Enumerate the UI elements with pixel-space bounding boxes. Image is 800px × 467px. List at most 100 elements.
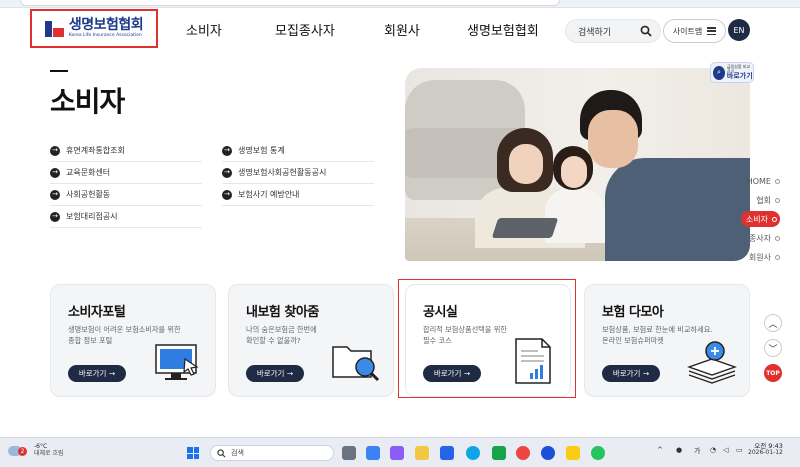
search-placeholder: 검색하기 [578, 27, 612, 38]
search-icon [217, 449, 226, 458]
logo-mark-icon [44, 19, 65, 39]
dot-icon [775, 178, 780, 184]
dotnav-home[interactable]: HOME [747, 173, 780, 189]
dotnav-association[interactable]: 협회 [756, 192, 780, 208]
store-icon[interactable] [440, 446, 454, 460]
card-find-insurance[interactable]: 내보험 찾아줌 나의 숨은보험금 한번에 확인할 수 없을까? 바로가기 → [228, 284, 394, 397]
link-dormant-account[interactable]: → 휴면계좌통합조회 [50, 140, 202, 162]
stack-search-icon [687, 341, 737, 384]
folder-search-icon [332, 346, 380, 382]
nav-recruiter[interactable]: 모집종사자 [275, 20, 335, 39]
chrome-icon[interactable] [591, 446, 605, 460]
link-label: 사회공헌활동 [66, 190, 111, 199]
arrow-right-icon: → [222, 189, 232, 200]
ime-indicator[interactable]: 가 [694, 446, 700, 456]
selection-highlight [398, 279, 576, 398]
logo-title: 생명보험협회 [68, 17, 144, 34]
notification-badge: 2 [18, 447, 27, 456]
link-social-disclosure[interactable]: → 생명보험사회공헌활동공시 [222, 162, 374, 184]
link-label: 보험대리점공시 [66, 212, 118, 221]
scroll-up-button[interactable]: ︿ [764, 314, 782, 332]
link-fraud-prevention[interactable]: → 보험사기 예방안내 [222, 184, 374, 206]
chevron-down-icon: ﹀ [768, 344, 778, 355]
taskbar-search-input[interactable]: 검색 [210, 445, 334, 461]
nav-members[interactable]: 회원사 [384, 20, 420, 39]
dotnav-members[interactable]: 회원사 [749, 249, 780, 265]
link-education-center[interactable]: → 교육문화센터 [50, 162, 202, 184]
language-en-button[interactable]: EN [728, 19, 750, 41]
card-title: 내보험 찾아줌 [246, 305, 319, 320]
dot-icon [775, 235, 780, 241]
taskbar-search-placeholder: 검색 [231, 449, 244, 457]
link-label: 생명보험 통계 [238, 146, 285, 155]
battery-icon[interactable]: ▭ [736, 446, 743, 454]
header-search-input[interactable]: 검색하기 [565, 19, 661, 43]
link-social-contribution[interactable]: → 사회공헌활동 [50, 184, 202, 206]
nav-consumer[interactable]: 소비자 [186, 20, 222, 39]
dotnav-label: HOME [746, 176, 771, 186]
product-comparison-badge[interactable]: ⌕ 금융상품 비교공시 바로가기 [710, 62, 754, 83]
card-go-button[interactable]: 바로가기 → [68, 365, 126, 382]
page-title: 소비자 [50, 85, 125, 118]
card-title: 소비자포털 [68, 305, 126, 320]
edge-browser-icon[interactable] [466, 446, 480, 460]
windows-start-icon[interactable] [187, 447, 199, 459]
link-agency-disclosure[interactable]: → 보험대리점공시 [50, 206, 202, 228]
card-consumer-portal[interactable]: 소비자포털 생명보험이 어려운 보험소비자를 위한 종합 정보 포털 바로가기 … [50, 284, 216, 397]
dot-icon [772, 216, 777, 222]
dotnav-label: 협회 [756, 195, 771, 205]
arrow-right-icon: → [222, 167, 232, 178]
section-dot-nav: HOME 협회 소비자 종사자 회원사 [740, 173, 780, 265]
file-explorer-icon[interactable] [415, 446, 429, 460]
app-icon-blue[interactable] [541, 446, 555, 460]
search-icon: ⌕ [713, 65, 725, 80]
scroll-down-button[interactable]: ﹀ [764, 339, 782, 357]
tray-app-icon[interactable]: ● [676, 446, 682, 454]
search-icon[interactable] [640, 25, 652, 37]
weather-desc: 대체로 흐림 [34, 449, 64, 457]
site-logo[interactable]: 생명보험협회 Korea Life Insurance Association [30, 9, 158, 48]
badge-line2: 바로가기 [726, 72, 753, 81]
app-icon-red[interactable] [516, 446, 530, 460]
dotnav-label: 소비자 [745, 214, 768, 224]
link-label: 생명보험사회공헌활동공시 [238, 168, 327, 177]
arrow-right-icon: → [50, 145, 60, 156]
link-label: 휴면계좌통합조회 [66, 146, 125, 155]
dot-icon [775, 254, 780, 260]
card-insurance-damoa[interactable]: 보험 다모아 보험상품, 보험료 한눈에 비교하세요. 온라인 보험슈퍼마켓 바… [584, 284, 750, 397]
arrow-right-icon: → [222, 145, 232, 156]
card-go-button[interactable]: 바로가기 → [602, 365, 660, 382]
weather-widget[interactable]: 2 -6°C 대체로 흐림 [8, 443, 64, 457]
arrow-right-icon: → [50, 211, 60, 222]
card-go-button[interactable]: 바로가기 → [246, 365, 304, 382]
clock-date: 2026-01-12 [748, 449, 783, 457]
volume-icon[interactable]: ◁ [723, 446, 728, 454]
task-view-icon[interactable] [342, 446, 356, 460]
arrow-right-icon: → [50, 167, 60, 178]
link-life-statistics[interactable]: → 생명보험 통계 [222, 140, 374, 162]
wifi-icon[interactable]: ◔ [710, 446, 716, 454]
scroll-top-button[interactable]: TOP [764, 364, 782, 382]
nav-association[interactable]: 생명보험협회 [467, 20, 539, 39]
hero-family-photo [405, 68, 750, 261]
dotnav-label: 회원사 [748, 252, 771, 262]
dot-icon [775, 197, 780, 203]
logo-subtitle: Korea Life Insurance Association [68, 33, 142, 39]
copilot-icon[interactable] [390, 446, 404, 460]
excel-icon[interactable] [492, 446, 506, 460]
taskbar-clock[interactable]: 오전 9:43 2026-01-12 [748, 442, 783, 457]
windows-taskbar: 2 -6°C 대체로 흐림 검색 ^ ● 가 ◔ ◁ ▭ 오전 9:43 202… [0, 437, 800, 467]
sitemap-button[interactable]: 사이트맵 [663, 19, 726, 43]
dotnav-consumer[interactable]: 소비자 [740, 211, 780, 227]
address-bar[interactable] [20, 0, 560, 6]
card-title: 보험 다모아 [602, 305, 664, 320]
title-accent-bar [50, 70, 68, 72]
tray-chevron-icon[interactable]: ^ [657, 446, 663, 454]
chevron-up-icon: ︿ [768, 319, 778, 330]
menu-icon [707, 27, 717, 35]
widgets-icon[interactable] [366, 446, 380, 460]
kakaotalk-icon[interactable] [566, 446, 580, 460]
sitemap-label: 사이트맵 [672, 26, 703, 36]
dotnav-worker[interactable]: 종사자 [749, 230, 780, 246]
monitor-cursor-icon [155, 344, 199, 380]
